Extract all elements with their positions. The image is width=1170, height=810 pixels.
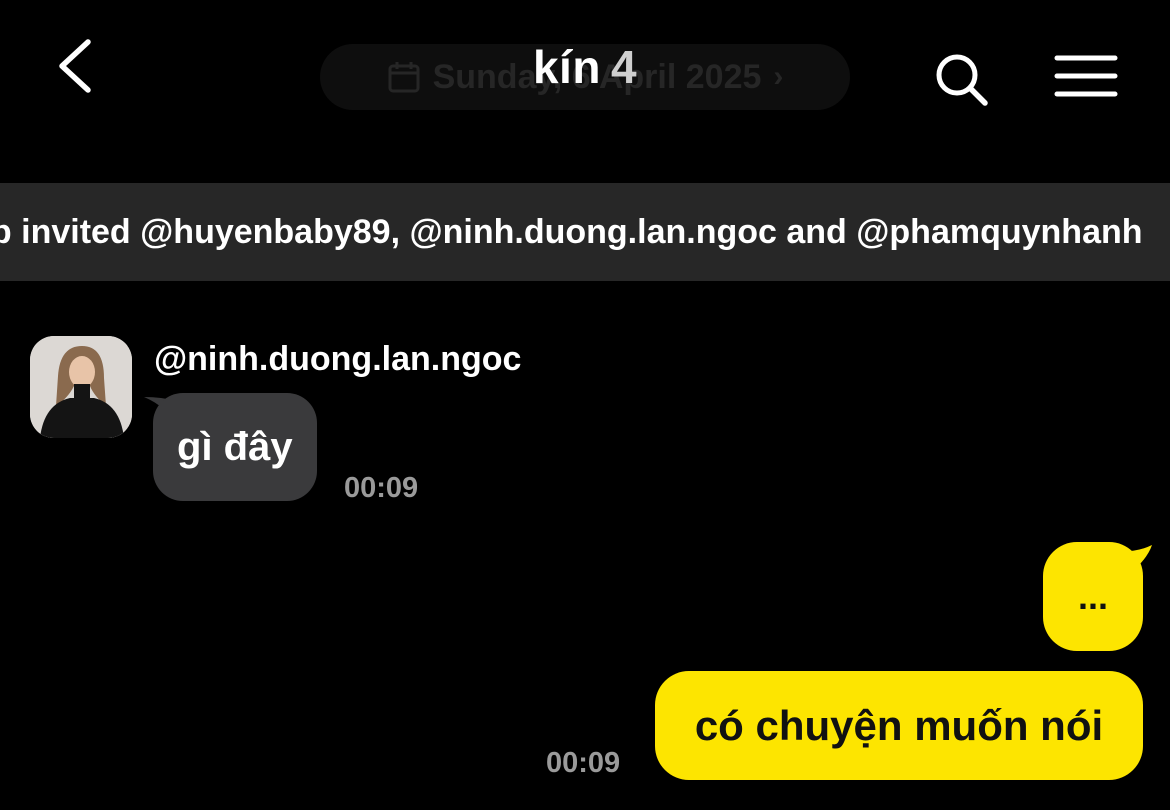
incoming-message-time: 00:09 [344, 472, 419, 504]
system-message-text: ap invited @huyenbaby89, @ninh.duong.lan… [0, 212, 1143, 251]
chat-title-name: kín [532, 41, 601, 93]
member-count: 4 [610, 41, 638, 93]
hamburger-menu-icon[interactable] [1054, 52, 1118, 102]
search-icon[interactable] [932, 50, 992, 110]
avatar-photo [30, 336, 132, 438]
avatar[interactable] [30, 336, 132, 438]
chat-screen: Sunday, 6 April 2025 › kín 4 ap invited @… [0, 0, 1170, 810]
outgoing-message-text: ... [1077, 575, 1108, 617]
chat-title: kín 4 [0, 40, 1170, 94]
incoming-message-text: gì đây [177, 424, 293, 469]
sender-name[interactable]: @ninh.duong.lan.ngoc [154, 340, 521, 379]
incoming-message-bubble[interactable]: gì đây [153, 393, 317, 501]
outgoing-message-bubble[interactable]: có chuyện muốn nói [655, 671, 1143, 780]
system-message-banner: ap invited @huyenbaby89, @ninh.duong.lan… [0, 183, 1170, 281]
outgoing-message-text: có chuyện muốn nói [694, 701, 1104, 749]
outgoing-message-bubble[interactable]: ... [1043, 542, 1143, 651]
outgoing-message-time: 00:09 [546, 747, 621, 779]
